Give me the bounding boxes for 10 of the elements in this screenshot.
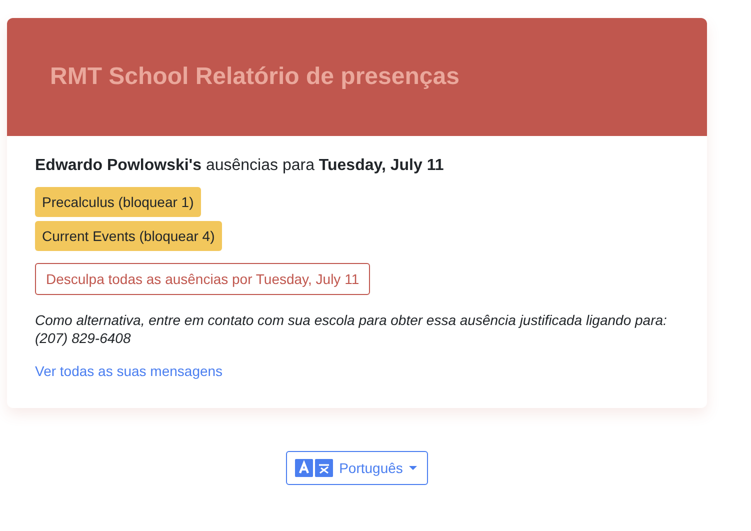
caret-icon bbox=[408, 466, 417, 470]
page-title: RMT School Relatório de presenças bbox=[50, 63, 460, 91]
absence-heading: Edwardo Powlowski's ausências para Tuesday, July 11 bbox=[35, 157, 445, 175]
class-tag: Current Events (bloquear 4) bbox=[35, 221, 222, 251]
language-button[interactable]: Português bbox=[286, 451, 428, 485]
translate-icon bbox=[295, 459, 334, 477]
class-tag: Precalculus (bloquear 1) bbox=[35, 187, 201, 217]
note-text: Como alternativa, entre em contato com sua escola para obter essa ausência justificada ligando para: (207) 829-6408 bbox=[35, 311, 668, 347]
excuse-button[interactable]: Desculpa todas as ausências por Tuesday, July 11 bbox=[35, 263, 370, 295]
messages-link[interactable]: Ver todas as suas mensagens bbox=[35, 363, 223, 379]
